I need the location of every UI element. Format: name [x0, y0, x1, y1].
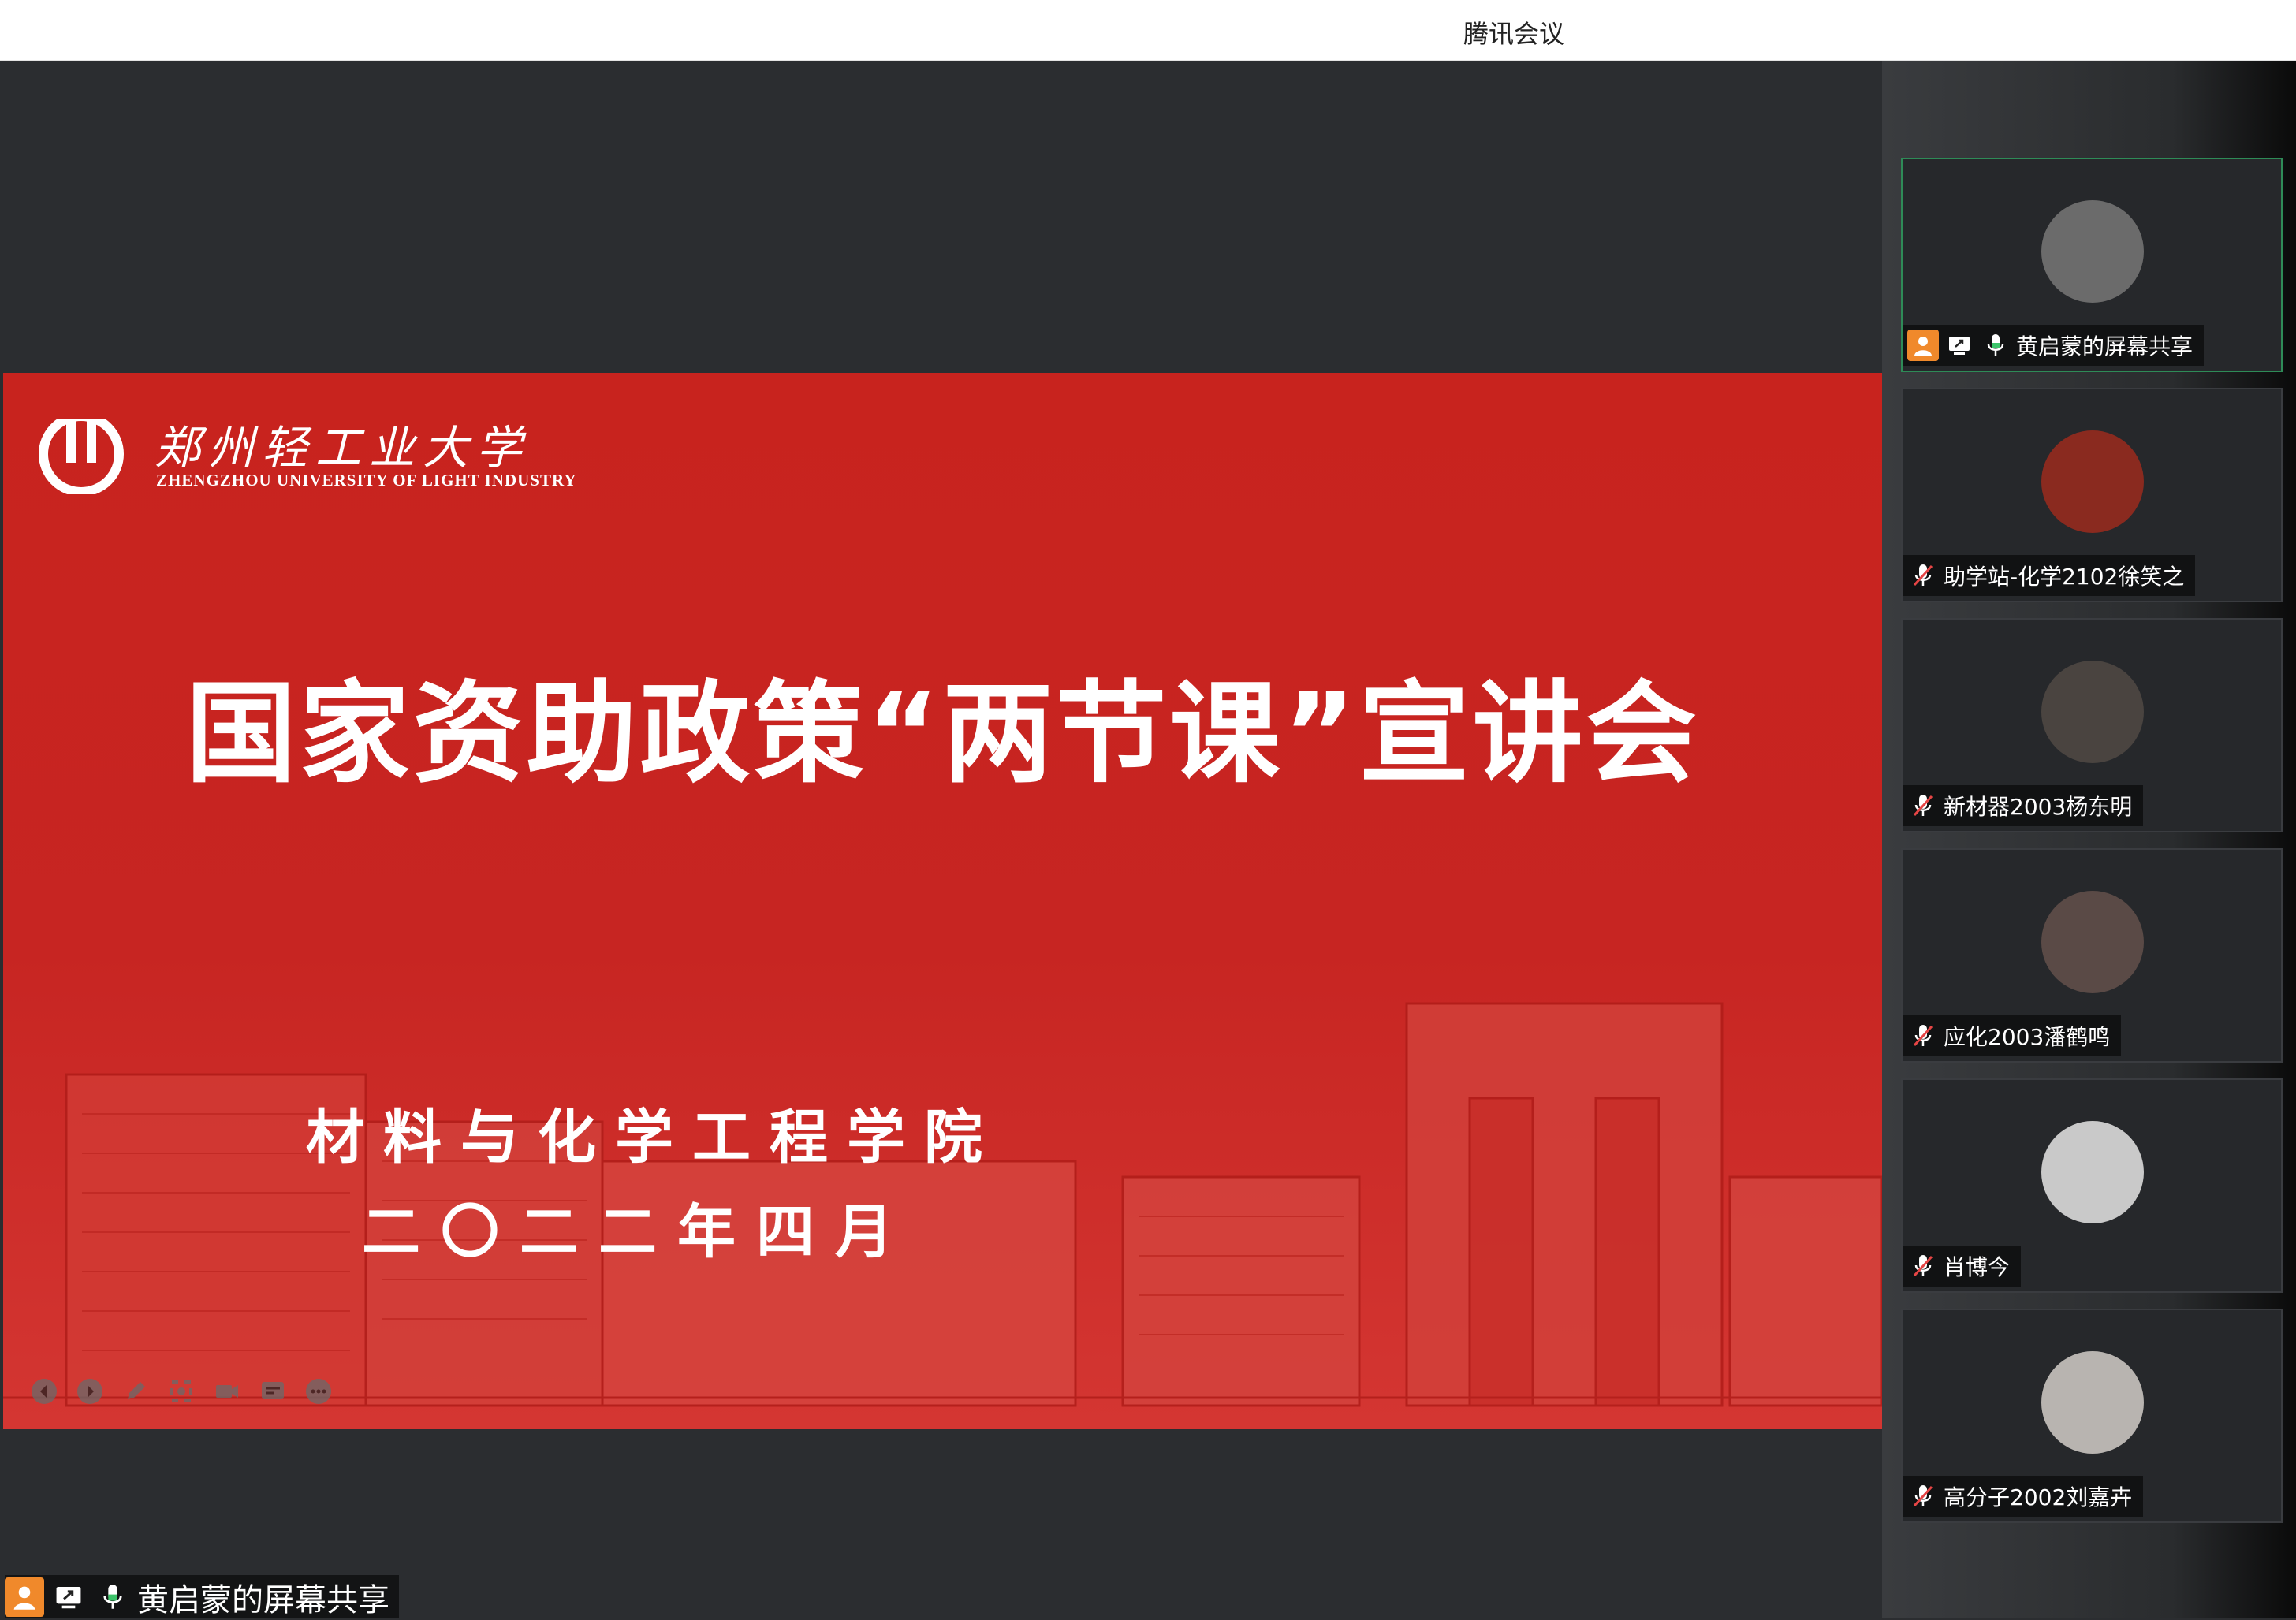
participant-label: 助学站-化学2102徐笑之 [1903, 555, 2196, 596]
zoom-icon[interactable] [164, 1374, 199, 1409]
participant-label: 新材器2003杨东明 [1903, 785, 2144, 826]
screen-share-label: 黄启蒙的屏幕共享 [5, 1575, 399, 1618]
participant-name: 新材器2003杨东明 [1944, 794, 2133, 820]
screen-share-icon [1944, 330, 1975, 361]
microphone-icon [1980, 330, 2011, 361]
slide-title: 国家资助政策“两节课”宣讲会 [185, 670, 1700, 799]
shared-screen-area: 郑州轻工业大学 ZHENGZHOU UNIVERSITY OF LIGHT IN… [0, 61, 1882, 1618]
presentation-controls [27, 1374, 336, 1409]
participant-label: 应化2003潘鹤鸣 [1903, 1015, 2122, 1056]
share-label-text: 黄启蒙的屏幕共享 [137, 1581, 390, 1618]
participant-tile[interactable]: 黄启蒙的屏幕共享 [1901, 158, 2283, 372]
microphone-muted-icon [1907, 1020, 1939, 1052]
university-name-cn: 郑州轻工业大学 [155, 421, 531, 475]
participant-name: 黄启蒙的屏幕共享 [2016, 333, 2194, 359]
more-icon[interactable] [301, 1374, 336, 1409]
microphone-muted-icon [1907, 790, 1939, 821]
participant-name: 助学站-化学2102徐笑之 [1944, 564, 2185, 590]
screen-share-icon [49, 1577, 88, 1617]
participant-label: 肖博今 [1903, 1246, 2022, 1287]
avatar [2041, 661, 2144, 763]
subtitles-icon[interactable] [255, 1374, 290, 1409]
participant-sidebar: 黄启蒙的屏幕共享 助学站-化学2102徐笑之 新材器2003杨东明 应化2003… [1882, 61, 2296, 1618]
participant-name: 肖博今 [1944, 1254, 2011, 1280]
microphone-icon [93, 1577, 132, 1617]
slide-subtitle-date: 二〇二二年四月 [362, 1198, 914, 1266]
microphone-muted-icon [1907, 1480, 1939, 1512]
pen-icon[interactable] [118, 1374, 153, 1409]
user-icon [1907, 330, 1939, 361]
avatar [2041, 430, 2144, 533]
avatar [2041, 200, 2144, 303]
window-title: 腾讯会议 [1463, 19, 1564, 49]
microphone-muted-icon [1907, 560, 1939, 591]
avatar [2041, 1121, 2144, 1223]
participant-label: 黄启蒙的屏幕共享 [1903, 325, 2205, 366]
participant-tile[interactable]: 应化2003潘鹤鸣 [1901, 848, 2283, 1063]
participant-name: 高分子2002刘嘉卉 [1944, 1484, 2133, 1510]
next-icon[interactable] [73, 1374, 107, 1409]
slide-subtitle-school: 材料与化学工程学院 [306, 1104, 1001, 1171]
participant-tile[interactable]: 新材器2003杨东明 [1901, 618, 2283, 832]
participant-label: 高分子2002刘嘉卉 [1903, 1476, 2144, 1517]
avatar [2041, 891, 2144, 993]
participant-tile[interactable]: 肖博今 [1901, 1078, 2283, 1293]
participant-tile[interactable]: 高分子2002刘嘉卉 [1901, 1309, 2283, 1523]
previous-icon[interactable] [27, 1374, 62, 1409]
user-icon [5, 1577, 44, 1617]
title-bar: 腾讯会议 [0, 0, 2296, 61]
participant-tile[interactable]: 助学站-化学2102徐笑之 [1901, 388, 2283, 602]
university-logo-icon [35, 408, 128, 494]
camera-icon[interactable] [210, 1374, 244, 1409]
avatar [2041, 1351, 2144, 1454]
microphone-muted-icon [1907, 1250, 1939, 1282]
university-name-en: ZHENGZHOU UNIVERSITY OF LIGHT INDUSTRY [156, 471, 577, 490]
presentation-slide: 郑州轻工业大学 ZHENGZHOU UNIVERSITY OF LIGHT IN… [3, 373, 1882, 1429]
participant-name: 应化2003潘鹤鸣 [1944, 1024, 2111, 1050]
